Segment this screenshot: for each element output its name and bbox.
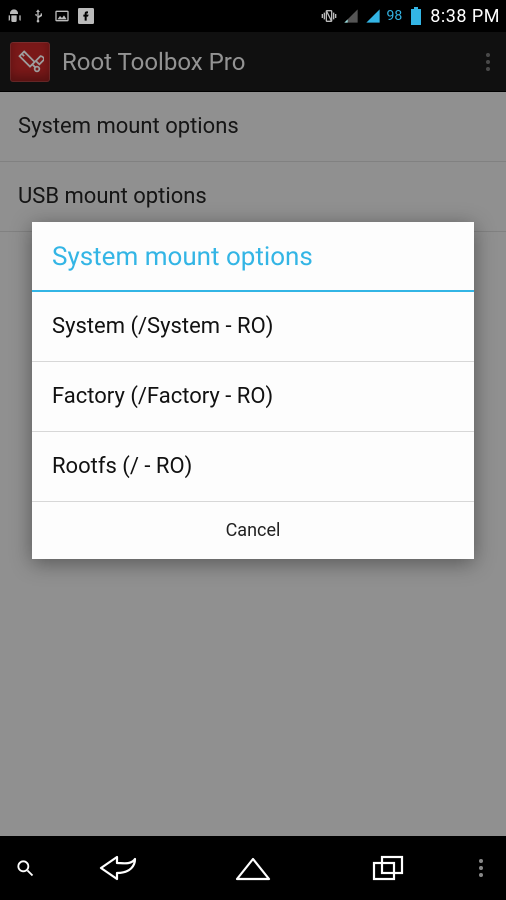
nav-search-button[interactable] [0, 836, 50, 900]
status-bar: 98 8:38 PM [0, 0, 506, 32]
home-button[interactable] [185, 836, 320, 900]
cancel-button[interactable]: Cancel [32, 502, 474, 559]
dialog-option[interactable]: Factory (/Factory - RO) [32, 362, 474, 432]
battery-percent: 98 [387, 8, 403, 24]
vibrate-icon [321, 8, 337, 24]
clock: 8:38 PM [430, 6, 500, 27]
dialog-title: System mount options [32, 222, 474, 290]
usb-icon [30, 8, 46, 24]
battery-icon [408, 8, 424, 24]
navigation-bar [0, 836, 506, 900]
signal-weak-icon [343, 8, 359, 24]
picture-icon [54, 8, 70, 24]
facebook-icon [78, 8, 94, 24]
nav-overflow-button[interactable] [456, 836, 506, 900]
dialog-option[interactable]: Rootfs (/ - RO) [32, 432, 474, 502]
bugdroid-icon [6, 8, 22, 24]
back-button[interactable] [50, 836, 185, 900]
system-mount-dialog: System mount options System (/System - R… [32, 222, 474, 559]
dialog-option[interactable]: System (/System - RO) [32, 292, 474, 362]
signal-icon [365, 8, 381, 24]
recents-button[interactable] [321, 836, 456, 900]
